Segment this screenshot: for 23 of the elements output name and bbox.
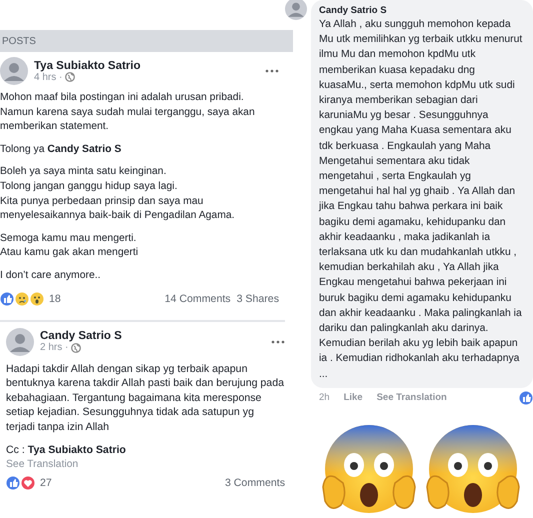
- author-name[interactable]: Candy Satrio S: [40, 330, 265, 342]
- post-text: I don’t care anymore..: [0, 268, 102, 283]
- post-text: Boleh ya saya minta satu keinginan. Tolong jangan ganggu hidup saya lagi. Kita punya perbedaan prinsip dan saya mau menyelesaikannya baik-baik di Pengadilan Agama.: [0, 165, 236, 224]
- see-translation-link[interactable]: See Translation: [6, 459, 285, 470]
- post-text: Cc : Tya Subiakto Satrio: [6, 442, 127, 458]
- comments-count[interactable]: 14 Comments: [164, 292, 231, 305]
- reaction-count: 18: [49, 292, 61, 305]
- like-link[interactable]: Like: [344, 392, 363, 404]
- comment-text: Ya Allah , aku sungguh memohon kepada Mu utk memilihkan yg terbaik utkku menurut ilmu Mu dan memohon kpdMu utk memberikan kuasa kepadaku dng kuasaMu., serta memohon kdpMu utk sudi kiranya memberikan sebagian dari karuniaMu yg besar . Sesungguhnya engkau yang Maha Kuasa sementara aku tdk berkuasa . Engkaulah yang Maha Mengetahui sementara aku tidak mengetahui , serta Engkaulah yg mengetahui hal hal yg ghaib . Ya Allah dan jika Engkau tahu bahwa perkara ini baik bagiku demi agamaku, kehidupanku dan akhir keadaanku , maka jadikanlah ia terlaksana utk ku dan mudahkanlah utkku , kemudian berkahilah aku , Ya Allah jika Engkau mengetahui bahwa pekerjaan ini buruk bagiku demi agamaku kehidupanku dan akhir keadaanku . Maka palingkanlah ia dariku dan palingkanlah aku darinya. Kemudian berilah aku yg lebih baik apapun ia . Kemudian ridhokanlah aku terhadapnya ...: [319, 18, 524, 382]
- post-text: Tolong ya Candy Satrio S: [0, 142, 122, 157]
- section-header: POSTS: [0, 30, 293, 52]
- post-text: Mohon maaf bila postingan ini adalah urusan pribadi. Namun karena saya sudah mulai terganggu, saya akan memberikan statement.: [0, 91, 256, 134]
- see-translation-link[interactable]: See Translation: [376, 392, 447, 404]
- comment-time: 2h: [319, 392, 330, 404]
- reaction-count: 27: [40, 477, 52, 490]
- author-name[interactable]: Tya Subiakto Satrio: [34, 60, 259, 72]
- post-time: 4 hrs ·: [34, 72, 62, 82]
- post-text: Hadapi takdir Allah dengan sikap yg terbaik apapun bentuknya karena takdir Allah pasti baik dan berujung pada kebahagiaan. Tergantung bagaimana kita meresponse setiap kejadian. Sesungguhnya tidak ada satupun yg terjadi tanpa izin Allah: [6, 362, 285, 434]
- comments-count[interactable]: 3 Comments: [224, 477, 285, 490]
- shares-count[interactable]: 3 Shares: [236, 292, 279, 305]
- post-time: 2 hrs ·: [40, 342, 68, 354]
- post-text: Semoga kamu mau mengerti. Atau kamu gak akan mengerti: [0, 232, 140, 260]
- commenter-name[interactable]: Candy Satrio S: [319, 5, 525, 16]
